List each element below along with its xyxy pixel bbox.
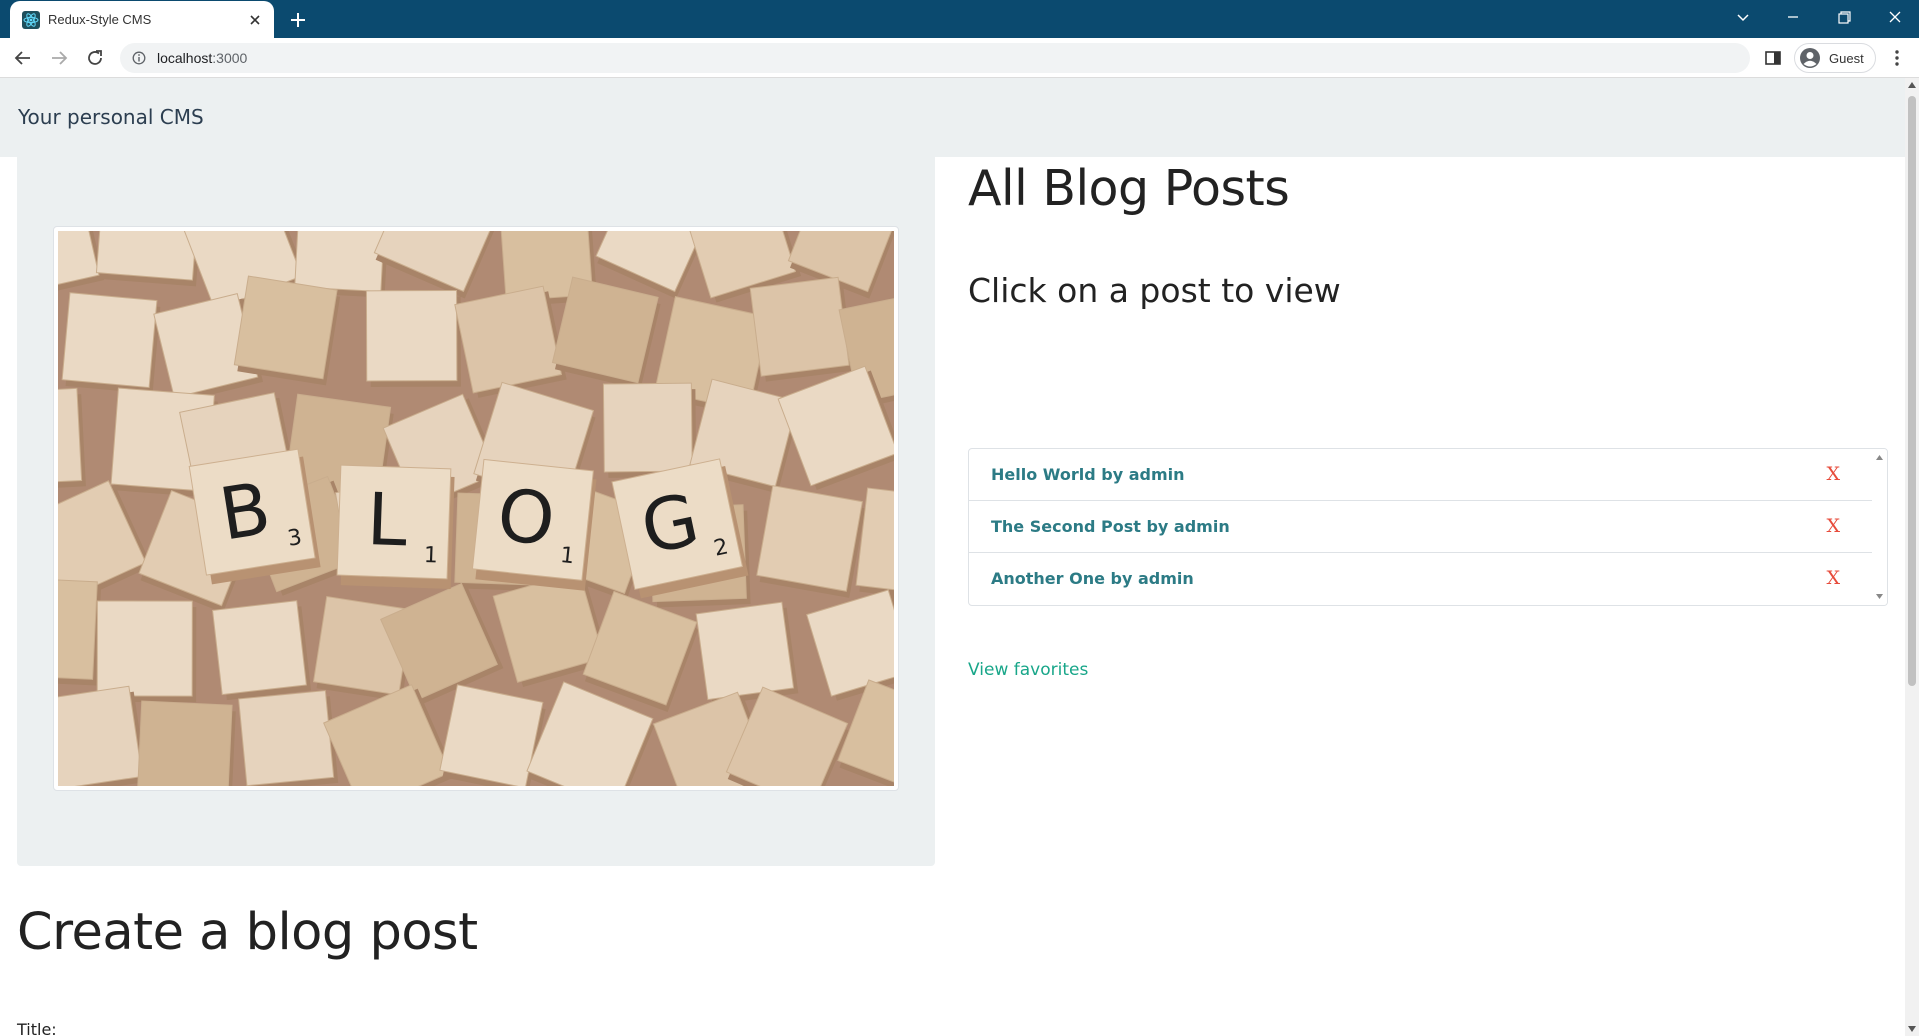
delete-post-button[interactable]: X: [1826, 567, 1840, 589]
title-field-label: Title:: [17, 1020, 57, 1036]
site-navbar: Your personal CMS: [0, 78, 1905, 157]
list-item[interactable]: Hello World by admin X: [969, 449, 1874, 501]
scroll-down-arrow-icon[interactable]: [1908, 1026, 1916, 1032]
wooden-block: [137, 700, 236, 786]
close-tab-icon[interactable]: [246, 11, 264, 29]
posts-subtitle: Click on a post to view: [968, 271, 1341, 310]
list-item[interactable]: Another One by admin X: [969, 553, 1874, 605]
tile-letter: L: [366, 477, 409, 562]
post-list-scrollbar[interactable]: [1872, 449, 1887, 605]
restore-icon[interactable]: [1829, 6, 1859, 30]
wooden-block: [365, 290, 461, 387]
wooden-block: [61, 292, 161, 394]
wooden-block: [749, 276, 854, 382]
browser-toolbar: localhost:3000 Guest: [0, 38, 1919, 78]
delete-post-button[interactable]: X: [1826, 463, 1840, 485]
wooden-block: [238, 690, 339, 786]
letter-tile: B3: [188, 448, 321, 585]
wooden-block: [695, 601, 799, 706]
close-window-icon[interactable]: [1880, 6, 1910, 30]
wooden-block: [58, 685, 148, 786]
forward-arrow-icon[interactable]: [48, 47, 70, 69]
profile-button[interactable]: Guest: [1794, 43, 1876, 73]
wooden-block: [96, 600, 197, 703]
scrollbar-thumb[interactable]: [1908, 96, 1916, 686]
page-scrollbar[interactable]: [1905, 78, 1919, 1036]
side-panel-icon[interactable]: [1763, 48, 1783, 68]
post-list[interactable]: Hello World by admin X The Second Post b…: [968, 448, 1888, 606]
tab-title: Redux-Style CMS: [48, 12, 152, 27]
scroll-up-arrow-icon[interactable]: [1876, 455, 1883, 460]
delete-post-button[interactable]: X: [1826, 515, 1840, 537]
browser-tabstrip: Redux-Style CMS: [0, 0, 1919, 38]
react-favicon-icon: [22, 11, 40, 29]
profile-label: Guest: [1829, 51, 1864, 66]
blog-scrabble-image: B3L1O1G2: [58, 231, 894, 786]
avatar-icon: [1799, 47, 1821, 69]
kebab-menu-icon[interactable]: [1886, 47, 1908, 69]
address-bar[interactable]: localhost:3000: [120, 43, 1750, 73]
list-item[interactable]: The Second Post by admin X: [969, 501, 1874, 553]
site-brand[interactable]: Your personal CMS: [18, 105, 204, 129]
browser-tab[interactable]: Redux-Style CMS: [10, 1, 274, 38]
post-link[interactable]: Hello World by admin: [991, 465, 1185, 484]
page-viewport: Your personal CMS B3L1O1G2 All Blog Post…: [0, 78, 1905, 1036]
scroll-down-arrow-icon[interactable]: [1876, 594, 1883, 599]
url-text: localhost:3000: [157, 50, 247, 66]
wooden-block: [233, 275, 341, 386]
minimize-icon[interactable]: [1778, 6, 1808, 30]
letter-tile: O1: [471, 458, 597, 591]
letter-tile: L1: [336, 464, 455, 589]
new-tab-icon[interactable]: [287, 9, 309, 31]
url-host: localhost: [157, 50, 213, 66]
create-post-title: Create a blog post: [17, 903, 478, 962]
wooden-block: [454, 285, 567, 398]
wooden-block: [212, 600, 312, 701]
post-link[interactable]: The Second Post by admin: [991, 517, 1230, 536]
url-port: :3000: [212, 50, 248, 66]
wooden-block: [602, 382, 697, 478]
hero-image-frame: B3L1O1G2: [53, 226, 899, 791]
hero-panel: B3L1O1G2: [17, 157, 935, 866]
wooden-block: [756, 485, 866, 598]
post-link[interactable]: Another One by admin: [991, 569, 1194, 588]
scroll-up-arrow-icon[interactable]: [1908, 82, 1916, 88]
view-favorites-link[interactable]: View favorites: [968, 660, 1088, 680]
wooden-block: [58, 576, 102, 686]
tab-search-icon[interactable]: [1728, 6, 1758, 30]
tile-score: 1: [559, 543, 576, 569]
letter-tile: G2: [611, 458, 749, 599]
page-title: All Blog Posts: [968, 160, 1290, 217]
back-arrow-icon[interactable]: [12, 47, 34, 69]
site-info-icon[interactable]: [132, 51, 146, 65]
reload-icon[interactable]: [84, 47, 106, 69]
tile-score: 1: [423, 543, 438, 568]
tile-letter: O: [494, 472, 559, 561]
